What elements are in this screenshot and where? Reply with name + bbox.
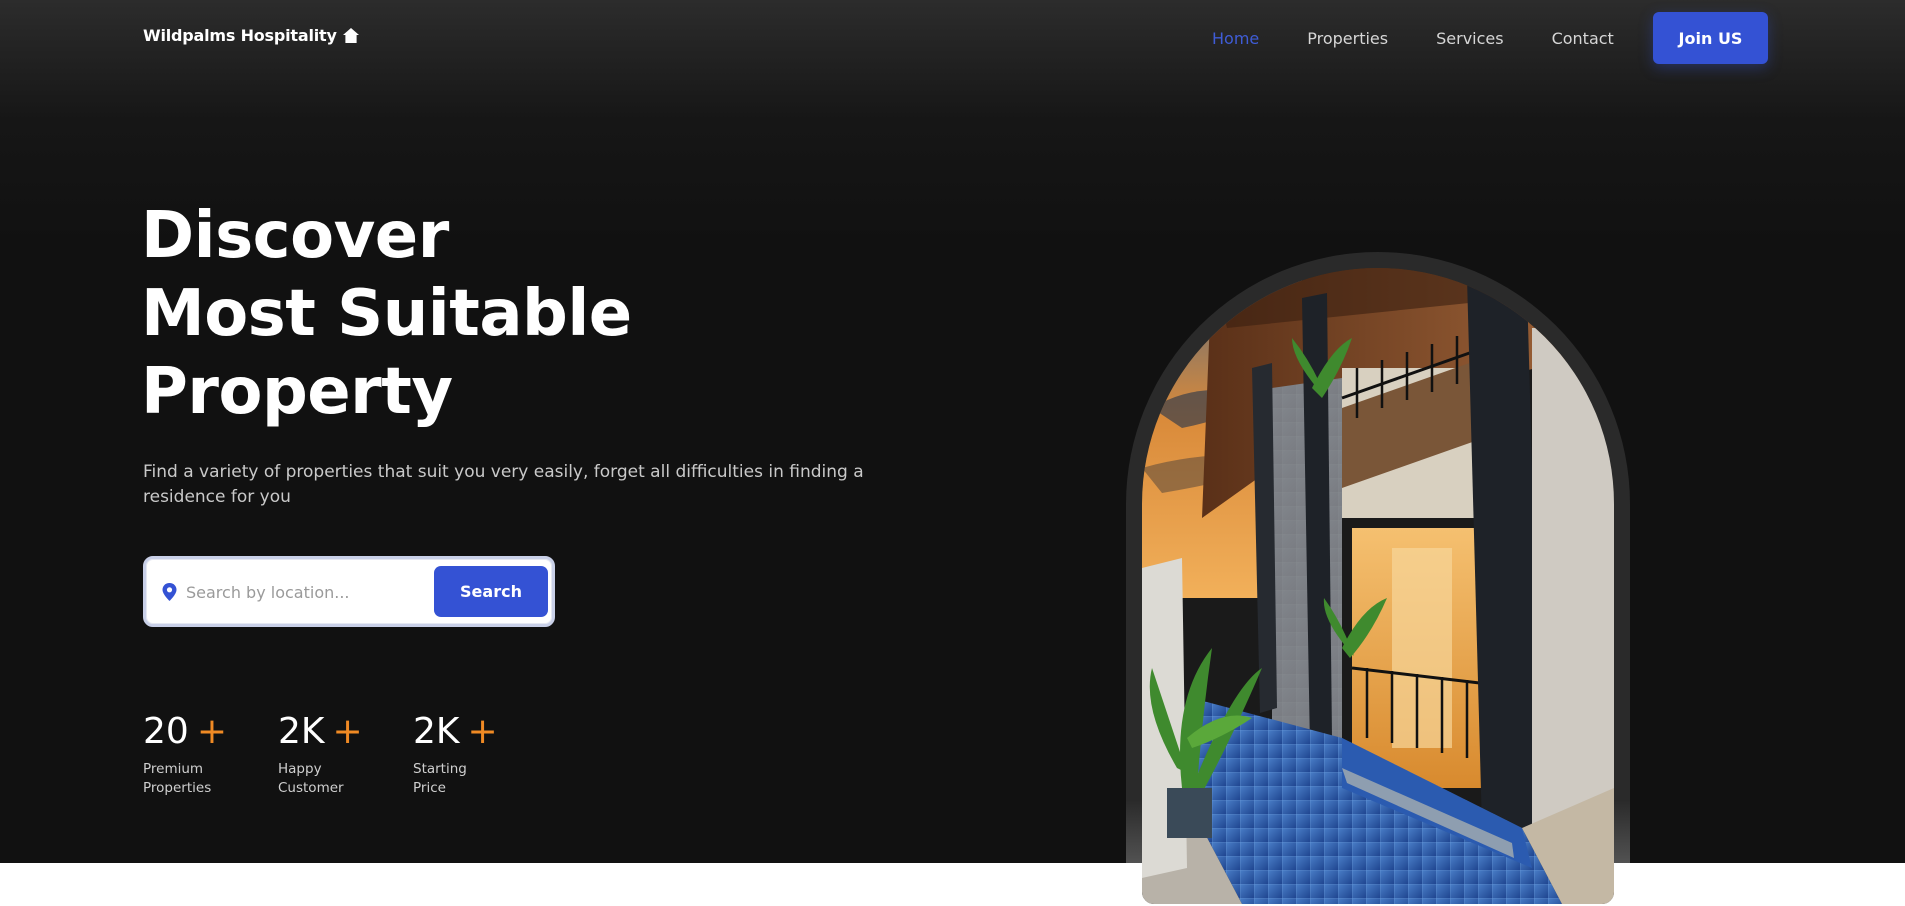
stat-happy-customer: 2K + Happy Customer bbox=[278, 710, 413, 798]
stat-value: 20 bbox=[143, 711, 189, 752]
stat-plus: + bbox=[196, 711, 227, 752]
search-bar: Search bbox=[143, 556, 555, 627]
stat-value: 2K bbox=[278, 711, 325, 752]
join-us-button[interactable]: Join US bbox=[1653, 12, 1768, 64]
headline-line: Property bbox=[141, 355, 453, 429]
property-illustration bbox=[1142, 268, 1614, 904]
stat-plus: + bbox=[467, 711, 498, 752]
headline-line: Discover bbox=[141, 199, 449, 273]
below-section bbox=[0, 863, 1905, 906]
stat-value-line: 2K + bbox=[413, 710, 548, 754]
brand-name: Wildpalms Hospitality bbox=[143, 26, 337, 45]
stats-row: 20 + Premium Properties 2K + Happy Custome… bbox=[143, 710, 548, 798]
main-nav: Home Properties Services Contact bbox=[1212, 12, 1662, 64]
nav-contact[interactable]: Contact bbox=[1552, 29, 1614, 48]
stat-plus: + bbox=[332, 711, 363, 752]
headline-line: Most Suitable bbox=[141, 277, 632, 351]
stat-label: Happy Customer bbox=[278, 761, 344, 796]
stat-value: 2K bbox=[413, 711, 460, 752]
nav-services[interactable]: Services bbox=[1436, 29, 1503, 48]
search-button[interactable]: Search bbox=[434, 566, 548, 617]
nav-home[interactable]: Home bbox=[1212, 29, 1259, 48]
stat-value-line: 20 + bbox=[143, 710, 278, 754]
hero-headline: Discover Most Suitable Property bbox=[141, 197, 901, 431]
brand-logo[interactable]: Wildpalms Hospitality bbox=[143, 26, 359, 45]
stat-value-line: 2K + bbox=[278, 710, 413, 754]
search-input[interactable] bbox=[186, 573, 426, 611]
location-pin-icon bbox=[162, 583, 177, 601]
home-icon bbox=[342, 28, 359, 43]
nav-properties[interactable]: Properties bbox=[1307, 29, 1388, 48]
stat-starting-price: 2K + Starting Price bbox=[413, 710, 548, 798]
hero-subtitle: Find a variety of properties that suit y… bbox=[143, 462, 864, 507]
stat-label: Premium Properties bbox=[143, 761, 212, 796]
property-image bbox=[1142, 268, 1614, 904]
stat-premium-properties: 20 + Premium Properties bbox=[143, 710, 278, 798]
stat-label: Starting Price bbox=[413, 761, 467, 796]
